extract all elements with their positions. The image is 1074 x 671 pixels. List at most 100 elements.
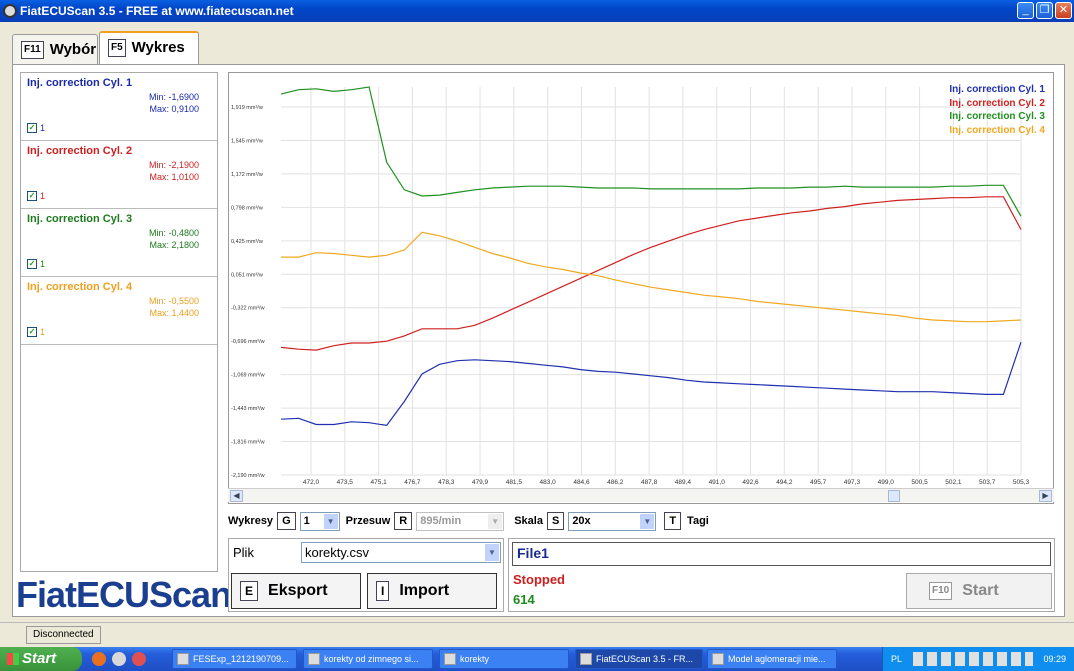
tagi-key[interactable]: T [664,512,682,530]
skala-select[interactable]: 20x ▼ [568,511,657,531]
scroll-right-icon[interactable]: ▶ [1039,490,1052,502]
window-icon [177,653,189,665]
start-button[interactable]: F10 Start [906,573,1052,609]
scroll-left-icon[interactable]: ◀ [230,490,243,502]
channel-checkbox[interactable]: ✓ 1 [27,123,45,133]
start-menu-label: Start [22,650,57,667]
taskbar-item-label: Model aglomeracji mie... [728,654,826,664]
y-tick-label: 0,798 mm³/w [231,205,263,211]
eksport-label: Eksport [268,582,328,599]
window-icon [444,653,456,665]
chart-area[interactable]: 1,919 mm³/w 1,545 mm³/w 1,172 mm³/w 0,798 m… [228,72,1054,504]
chart-scrollbar[interactable]: ◀ ▶ [228,488,1054,502]
y-tick-label: 0,425 mm³/w [231,239,263,245]
y-tick-label: -1,443 mm³/w [231,406,265,412]
channel-item[interactable]: Inj. correction Cyl. 4 Min: -0,5500 Max:… [21,277,217,345]
x-tick-label: 472,0 [303,479,320,486]
connection-status: Disconnected [26,626,101,644]
window-title: FiatECUScan 3.5 - FREE at www.fiatecusca… [20,4,294,18]
channel-item[interactable]: Inj. correction Cyl. 3 Min: -0,4800 Max:… [21,209,217,277]
channel-checkbox[interactable]: ✓ 1 [27,259,45,269]
status-bar: Disconnected [0,622,1074,646]
channel-title: Inj. correction Cyl. 4 [27,281,133,293]
taskbar-item[interactable]: korekty [439,649,569,669]
x-tick-label: 481,5 [506,479,523,486]
tagi-label: Tagi [687,515,709,527]
taskbar-item[interactable]: Model aglomeracji mie... [707,649,837,669]
tray-icons[interactable] [913,652,1033,666]
maximize-button[interactable]: ❐ [1036,2,1053,19]
przesuw-select[interactable]: 895/min ▼ [416,511,505,531]
check-icon: ✓ [27,191,37,201]
plik-select[interactable]: korekty.csv ▼ [301,542,501,563]
y-tick-label: 1,919 mm³/w [231,105,263,111]
file-name: File1 [517,545,549,561]
title-bar[interactable]: FiatECUScan 3.5 - FREE at www.fiatecusca… [0,0,1074,22]
wykresy-select[interactable]: 1 ▼ [299,511,340,531]
tab-wykres[interactable]: F5 Wykres [99,31,199,65]
channel-check-label: 1 [40,259,46,269]
close-button[interactable]: ✕ [1055,2,1072,19]
app-quicklaunch-icon[interactable] [132,652,146,666]
y-tick-label: -1,816 mm³/w [231,440,265,446]
import-button[interactable]: I Import [367,573,497,609]
channel-check-label: 1 [40,191,46,201]
system-tray: PL 09:29 [882,647,1074,671]
channel-checkbox[interactable]: ✓ 1 [27,327,45,337]
language-indicator[interactable]: PL [891,647,902,671]
plik-value: korekty.csv [305,545,370,560]
taskbar-item[interactable]: FESExp_1212190709... [172,649,297,669]
y-tick-label: 1,172 mm³/w [231,172,263,178]
y-tick-label: -2,190 mm³/w [231,473,265,479]
chevron-down-icon: ▼ [640,513,655,529]
x-tick-label: 489,4 [675,479,692,486]
window-icon [308,653,320,665]
plik-label: Plik [233,545,254,560]
x-tick-label: 494,2 [776,479,793,486]
chart-controls: Wykresy G 1 ▼ Przesuw R 895/min ▼ Skala S … [228,510,709,532]
chart-legend: Inj. correction Cyl. 1 Inj. correction C… [949,83,1045,137]
tab-key-badge: F5 [108,39,126,58]
x-tick-label: 487,8 [641,479,658,486]
windows-flag-icon [7,653,19,665]
channel-checkbox[interactable]: ✓ 1 [27,191,45,201]
chevron-down-icon: ▼ [488,513,503,529]
firefox-icon[interactable] [92,652,106,666]
start-label: Start [962,582,999,599]
file-name-field[interactable]: File1 [512,542,1051,566]
wykresy-label: Wykresy [228,515,274,527]
legend-entry: Inj. correction Cyl. 2 [949,97,1045,109]
channel-max: Max: 1,4400 [149,308,199,318]
tab-wybor[interactable]: F11 Wybór [12,34,98,64]
channel-item[interactable]: Inj. correction Cyl. 1 Min: -1,6900 Max:… [21,73,217,141]
file-status: Stopped [513,572,565,587]
taskbar-item-label: FiatECUScan 3.5 - FR... [596,654,694,664]
eksport-key: E [240,581,259,601]
chevron-down-icon: ▼ [485,544,499,561]
x-tick-label: 478,3 [438,479,455,486]
scroll-thumb[interactable] [888,490,900,502]
x-tick-label: 479,9 [472,479,489,486]
chevron-down-icon: ▼ [323,513,338,529]
przesuw-key: R [394,512,413,530]
desktop-icon[interactable] [112,652,126,666]
channel-check-label: 1 [40,327,46,337]
taskbar-item[interactable]: FiatECUScan 3.5 - FR... [575,649,703,669]
channel-list: Inj. correction Cyl. 1 Min: -1,6900 Max:… [20,72,218,572]
channel-item[interactable]: Inj. correction Cyl. 2 Min: -2,1900 Max:… [21,141,217,209]
channel-max: Max: 0,9100 [149,104,199,114]
tab-label: Wykres [131,39,185,56]
taskbar-item[interactable]: korekty od zimnego si... [303,649,433,669]
start-key: F10 [929,582,953,600]
y-tick-label: -0,696 mm³/w [231,339,265,345]
skala-key: S [546,512,565,530]
start-menu-button[interactable]: Start [0,647,82,671]
taskbar-item-label: korekty [460,654,490,664]
app-logo: FiatECUScan [16,574,232,615]
y-tick-label: -0,322 mm³/w [231,306,265,312]
taskbar-item-label: korekty od zimnego si... [324,654,419,664]
minimize-button[interactable]: _ [1017,2,1034,19]
eksport-button[interactable]: E Eksport [231,573,361,609]
app-icon [3,4,17,18]
x-tick-label: 484,6 [573,479,590,486]
